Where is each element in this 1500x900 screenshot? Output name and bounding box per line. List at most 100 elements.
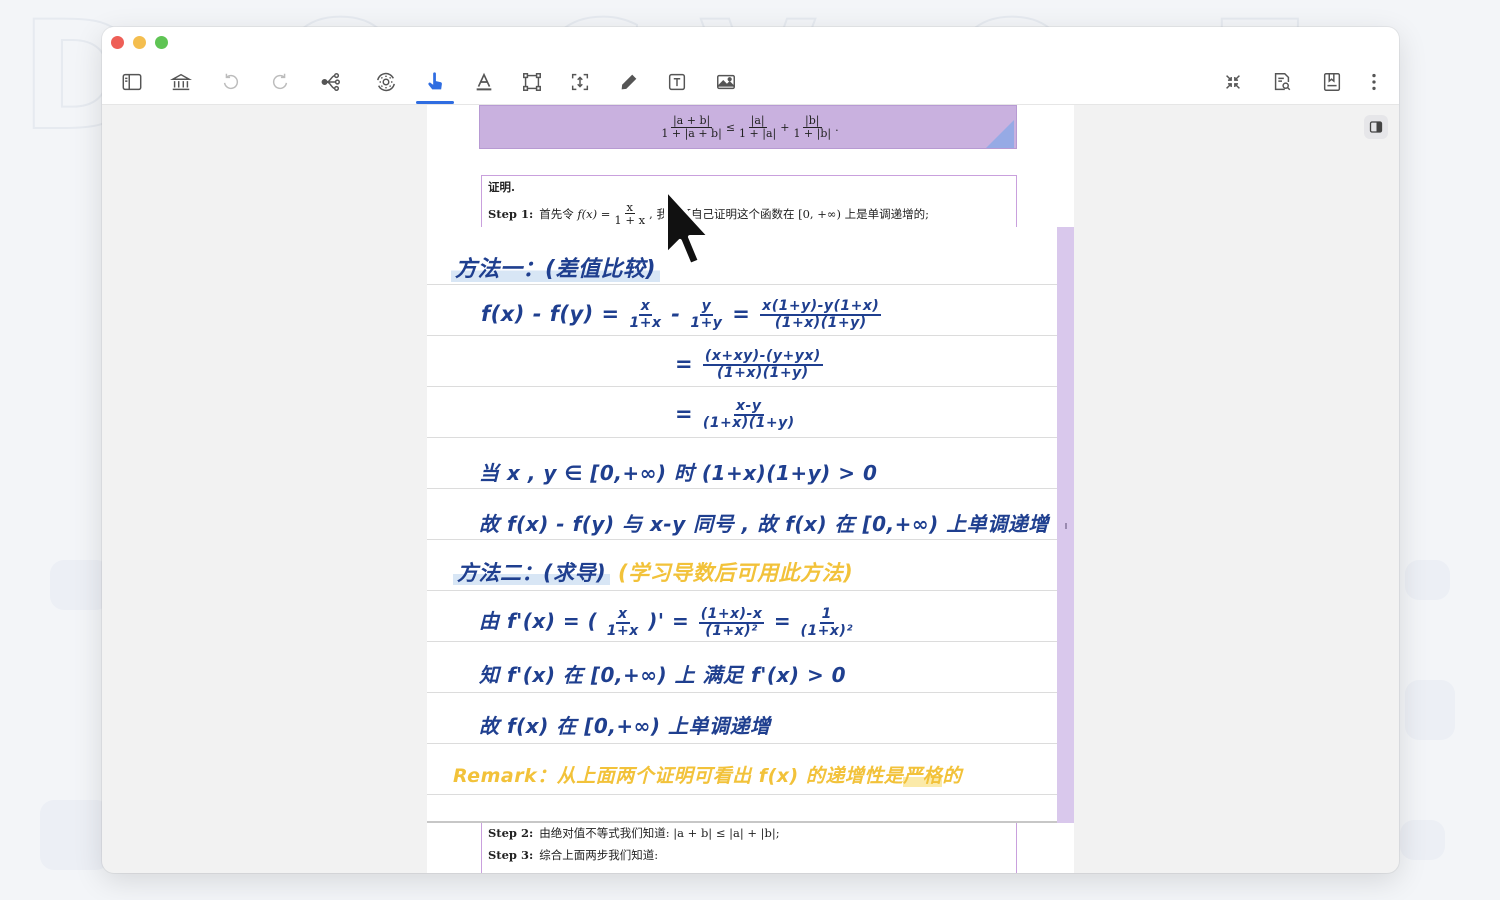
undo-icon xyxy=(223,73,239,90)
fraction: |b| 1 + |b| xyxy=(793,113,832,140)
note-text: = xyxy=(732,302,751,326)
note-line-1: f(x) - f(y) = x 1+x - y 1+y = x(1+y)-y(1+x… xyxy=(481,299,883,331)
text-highlight-icon xyxy=(476,72,492,91)
note-text: )' = xyxy=(648,609,690,633)
numerator: (x+xy)-(y+yx) xyxy=(702,348,823,366)
step-label: Step 3: xyxy=(488,848,534,862)
numerator: (1+x)-x xyxy=(698,605,765,624)
numerator: x-y xyxy=(734,398,764,416)
denominator: (1+x)(1+y) xyxy=(716,365,809,381)
step-text: 综合上面两步我们知道: xyxy=(539,848,659,862)
note-line-3: = x-y (1+x)(1+y) xyxy=(675,399,797,431)
note-line-5: 故 f(x) - f(y) 与 x-y 同号 , 故 f(x) 在 [0,+∞)… xyxy=(479,512,1049,536)
note-line-2: = (x+xy)-(y+yx) (1+x)(1+y) xyxy=(675,349,825,381)
denominator: 1+x xyxy=(629,315,662,331)
bookmark-icon xyxy=(1323,73,1341,91)
fraction: (x+xy)-(y+yx) (1+x)(1+y) xyxy=(702,348,823,381)
redo-button[interactable] xyxy=(263,67,297,97)
denominator: 1+x xyxy=(606,622,639,639)
right-panel-toggle[interactable] xyxy=(1364,115,1388,139)
background-decoration xyxy=(1400,820,1445,860)
function-expression: f(x) = xyxy=(577,206,611,221)
remark-highlight: 严格 xyxy=(903,765,943,787)
numerator: x xyxy=(638,298,653,316)
handwritten-notes[interactable]: 方法一：(差值比较) f(x) - f(y) = x 1+x - y 1+y = x… xyxy=(427,227,1057,823)
sync-settings-button[interactable] xyxy=(369,67,403,97)
highlighted-inequality[interactable]: |a + b| 1 + |a + b| ≤ |a| 1 + |a| + |b| 1 +… xyxy=(479,105,1017,149)
gear-sync-icon xyxy=(377,72,395,92)
numerator: y xyxy=(699,298,714,316)
zoom-window-button[interactable] xyxy=(155,36,168,49)
remark-text: Remark：从上面两个证明可看出 f(x) 的递增性是 xyxy=(453,765,904,787)
method-note: (学习导数后可用此方法) xyxy=(618,561,854,585)
note-line-6: 由 f'(x) = ( x 1+x )' = (1+x)-x (1+x)² = 1(… xyxy=(479,605,855,639)
denominator: (1+x)(1+y) xyxy=(702,415,795,431)
background-decoration xyxy=(40,800,110,870)
fraction: x 1+x xyxy=(629,299,661,331)
numerator: |a + b| xyxy=(670,113,713,128)
undo-button[interactable] xyxy=(214,67,248,97)
period: . xyxy=(835,120,839,134)
note-line-7: 知 f'(x) 在 [0,+∞) 上 满足 f'(x) > 0 xyxy=(479,663,847,687)
note-text: - xyxy=(671,302,681,326)
step-label: Step 1: xyxy=(488,206,534,221)
step1-line: Step 1: 首先令 f(x) = x1 + x , 我们可自己证明这个函数在… xyxy=(488,201,1010,226)
document-search-button[interactable] xyxy=(1265,67,1299,97)
method1-title: 方法一：(差值比较) xyxy=(451,251,661,283)
title-bar xyxy=(102,27,1399,105)
fraction: |a + b| 1 + |a + b| xyxy=(661,113,722,140)
bookmark-button[interactable] xyxy=(1315,67,1349,97)
numerator: 1 xyxy=(819,605,834,624)
numerator: x xyxy=(616,605,630,624)
textbox-button[interactable] xyxy=(660,67,694,97)
mindmap-button[interactable] xyxy=(314,67,348,97)
crop-frame-icon xyxy=(523,73,541,91)
numerator: x(1+y)-y(1+x) xyxy=(760,298,882,316)
step-label: Step 2: xyxy=(488,826,534,840)
note-text: = xyxy=(675,352,694,376)
minimize-window-button[interactable] xyxy=(133,36,146,49)
fraction: x 1+x xyxy=(606,605,639,639)
resize-button[interactable] xyxy=(563,67,597,97)
scrollbar-grip[interactable] xyxy=(1065,523,1067,529)
operator: ≤ xyxy=(725,120,736,134)
library-icon xyxy=(170,73,192,91)
fraction: 1 (1+x)² xyxy=(801,605,853,639)
document-search-icon xyxy=(1274,73,1291,91)
step2-line: Step 2: 由绝对值不等式我们知道: |a + b| ≤ |a| + |b|; xyxy=(488,825,1010,841)
remark-line: Remark：从上面两个证明可看出 f(x) 的递增性是严格的 xyxy=(453,761,962,788)
library-button[interactable] xyxy=(164,67,198,97)
collapse-button[interactable] xyxy=(1216,67,1250,97)
denominator: 1+y xyxy=(690,315,723,331)
method2-title: 方法二：(求导) (学习导数后可用此方法) xyxy=(453,557,853,587)
image-insert-button[interactable] xyxy=(709,67,743,97)
collapse-icon xyxy=(1226,75,1240,89)
denominator: (1+x)² xyxy=(705,622,758,639)
fraction: y 1+y xyxy=(690,299,722,331)
numerator: |b| xyxy=(803,113,822,128)
method-title-text: 方法一：(差值比较) xyxy=(451,257,661,282)
resize-handle[interactable] xyxy=(986,120,1014,148)
sidebar-toggle-button[interactable] xyxy=(115,67,149,97)
fraction: (1+x)-x (1+x)² xyxy=(698,605,765,639)
denominator: 1 + |a + b| xyxy=(661,126,722,140)
crop-frame-button[interactable] xyxy=(515,67,549,97)
fraction: x1 + x xyxy=(614,201,645,226)
background-decoration xyxy=(1405,680,1455,740)
pen-icon xyxy=(621,74,637,90)
pointer-tool-button[interactable] xyxy=(418,67,452,97)
app-window: |a + b| 1 + |a + b| ≤ |a| 1 + |a| + |b| 1 +… xyxy=(102,27,1399,873)
pen-tool-button[interactable] xyxy=(612,67,646,97)
fraction: x-y (1+x)(1+y) xyxy=(703,399,795,431)
hand-pointer-icon xyxy=(428,72,442,90)
denominator: 1 + |b| xyxy=(793,126,832,140)
text-highlight-button[interactable] xyxy=(467,67,501,97)
note-text: 由 f'(x) = ( xyxy=(479,609,598,633)
close-window-button[interactable] xyxy=(111,36,124,49)
more-options-button[interactable] xyxy=(1357,67,1391,97)
resize-arrows-icon xyxy=(571,73,589,91)
panel-toggle-icon xyxy=(1369,121,1383,133)
more-vertical-icon xyxy=(1372,73,1376,91)
proof-label: 证明. xyxy=(488,180,516,194)
operator: + xyxy=(780,120,790,134)
